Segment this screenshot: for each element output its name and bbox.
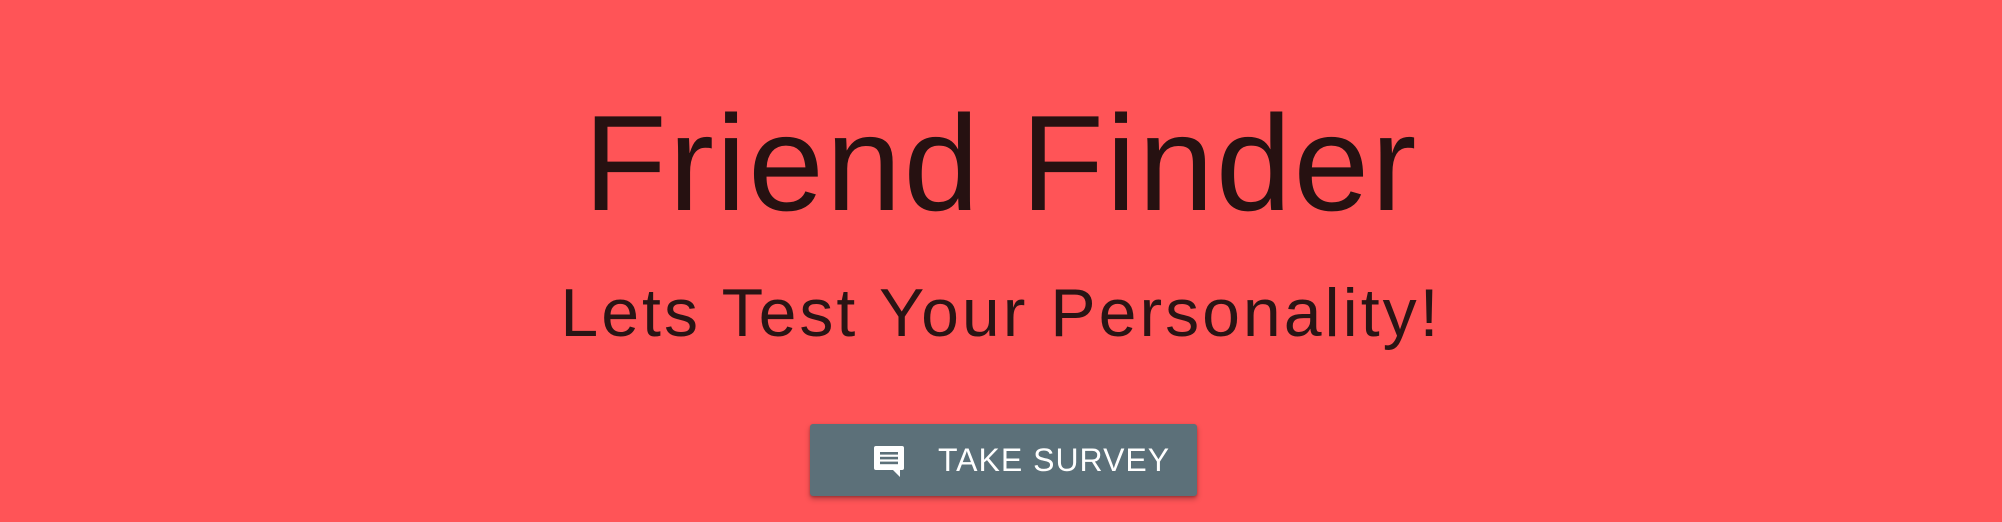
take-survey-label: TAKE SURVEY <box>938 442 1171 478</box>
page-subtitle: Lets Test Your Personality! <box>560 275 1442 351</box>
page-title: Friend Finder <box>583 87 1419 239</box>
chat-message-icon <box>872 444 906 478</box>
hero-section: Friend Finder Lets Test Your Personality… <box>0 0 2002 522</box>
take-survey-button[interactable]: TAKE SURVEY <box>810 424 1197 496</box>
